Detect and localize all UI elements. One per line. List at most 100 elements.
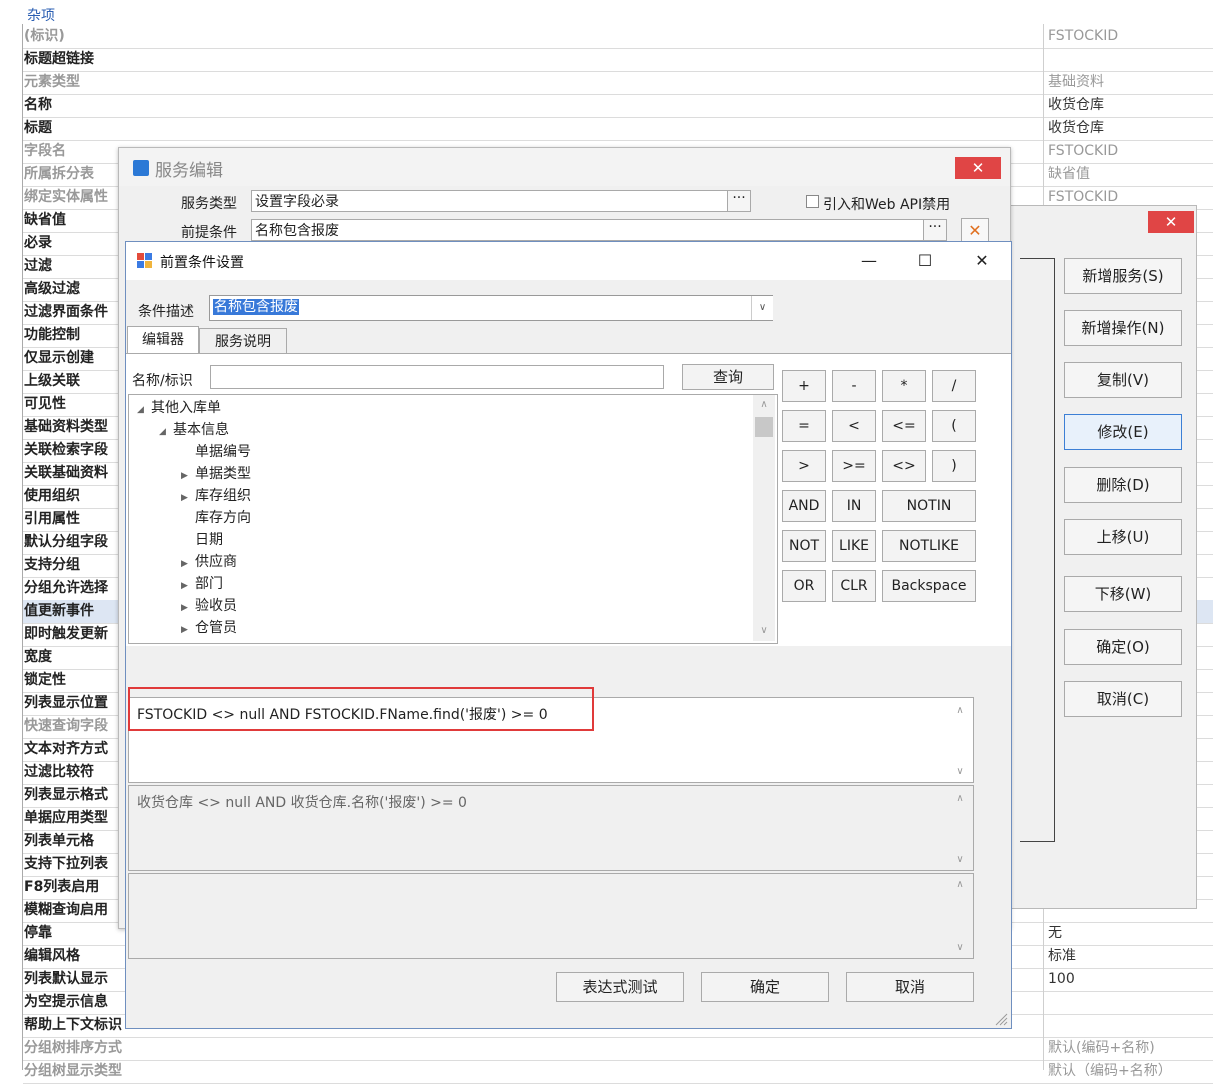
operator-button[interactable]: /: [932, 370, 976, 402]
operator-button[interactable]: >=: [832, 450, 876, 482]
operator-button[interactable]: -: [832, 370, 876, 402]
precondition-field[interactable]: 名称包含报废: [251, 219, 925, 241]
property-value[interactable]: 默认（编码+名称）: [1048, 1060, 1172, 1082]
expression-test-button[interactable]: 表达式测试: [556, 972, 684, 1002]
tab-editor[interactable]: 编辑器: [127, 326, 199, 356]
scroll-up-icon[interactable]: ∧: [756, 397, 772, 413]
operator-button[interactable]: <=: [882, 410, 926, 442]
ok-button[interactable]: 确定(O): [1064, 629, 1182, 665]
minimize-button[interactable]: —: [849, 248, 889, 274]
property-value[interactable]: 100: [1048, 968, 1075, 990]
operator-button[interactable]: OR: [782, 570, 826, 602]
property-name: 元素类型: [24, 74, 80, 90]
display-scroll-up-icon[interactable]: ∧: [952, 791, 968, 807]
operator-button[interactable]: *: [882, 370, 926, 402]
operator-button[interactable]: NOT: [782, 530, 826, 562]
property-value[interactable]: FSTOCKID: [1048, 25, 1118, 47]
service-dialog-close-button[interactable]: ✕: [955, 157, 1001, 179]
expand-icon[interactable]: ▶: [181, 619, 195, 641]
property-value[interactable]: 默认(编码+名称): [1048, 1037, 1155, 1059]
precondition-ellipsis-button[interactable]: ···: [923, 219, 947, 241]
close-button[interactable]: ✕: [962, 248, 1002, 274]
operator-button[interactable]: <>: [882, 450, 926, 482]
expand-icon[interactable]: ▶: [181, 487, 195, 509]
operator-button[interactable]: <: [832, 410, 876, 442]
action-panel-close-button[interactable]: ✕: [1148, 211, 1194, 233]
tree-item[interactable]: ◢ 基本信息: [137, 419, 747, 441]
service-type-field[interactable]: 设置字段必录: [251, 190, 729, 212]
expression-scroll-down-icon[interactable]: ∨: [952, 764, 968, 780]
tree-item[interactable]: ▶ 库存组织: [137, 485, 747, 507]
expression-scroll-up-icon[interactable]: ∧: [952, 703, 968, 719]
tree-item[interactable]: ▶ 验收员: [137, 595, 747, 617]
expand-icon[interactable]: ▶: [181, 553, 195, 575]
tree-item[interactable]: 库存方向: [137, 507, 747, 529]
operator-pad: + - * / = < <=(> >= <>) AND IN NOTIN NOT LIKE NOTLIKE O…: [782, 370, 982, 630]
property-value[interactable]: 标准: [1048, 945, 1076, 967]
tree-item-label: 部门: [195, 576, 223, 592]
service-type-ellipsis-button[interactable]: ···: [727, 190, 751, 212]
property-value[interactable]: 收货仓库: [1048, 117, 1104, 139]
field-tree: ◢ 其他入库单 ◢ 基本信息 单据编号 ▶ 单据类型 ▶ 库存组织 库存方向 日期 ▶ 供应商 ▶ 部门 ▶ 验…: [128, 394, 778, 644]
maximize-button[interactable]: ☐: [905, 248, 945, 274]
modify-button[interactable]: 修改(E): [1064, 414, 1182, 450]
move-up-button[interactable]: 上移(U): [1064, 519, 1182, 555]
tree-item[interactable]: 单据编号: [137, 441, 747, 463]
tab-service-desc[interactable]: 服务说明: [199, 328, 287, 356]
property-value[interactable]: 无: [1048, 922, 1062, 944]
display-scroll-down-icon[interactable]: ∨: [952, 852, 968, 868]
operator-button[interactable]: NOTLIKE: [882, 530, 976, 562]
action-panel: ✕ 新增服务(S) 新增操作(N) 复制(V) 修改(E) 删除(D) 上移(U…: [1009, 205, 1197, 909]
tree-item[interactable]: 日期: [137, 529, 747, 551]
tree-item[interactable]: ▶ 单据类型: [137, 463, 747, 485]
move-down-button[interactable]: 下移(W): [1064, 576, 1182, 612]
tree-item[interactable]: ◢ 其他入库单: [137, 397, 747, 419]
tree-item[interactable]: ▶ 仓管员: [137, 617, 747, 639]
operator-button[interactable]: IN: [832, 490, 876, 522]
scroll-down-icon[interactable]: ∨: [756, 623, 772, 639]
delete-button[interactable]: 删除(D): [1064, 467, 1182, 503]
result-scroll-down-icon[interactable]: ∨: [952, 940, 968, 956]
add-service-button[interactable]: 新增服务(S): [1064, 258, 1182, 294]
condition-desc-combo[interactable]: 名称包含报废: [209, 295, 773, 321]
expand-icon[interactable]: ▶: [181, 465, 195, 487]
chevron-down-icon[interactable]: ∨: [751, 296, 773, 320]
operator-button[interactable]: NOTIN: [882, 490, 976, 522]
property-value[interactable]: 收货仓库: [1048, 94, 1104, 116]
condition-desc-label: 条件描述: [138, 304, 194, 320]
service-dialog-titlebar: 服务编辑 ✕: [119, 148, 1010, 186]
service-dialog-title: 服务编辑: [155, 161, 223, 181]
expand-icon[interactable]: ◢: [137, 399, 151, 421]
operator-button[interactable]: Backspace: [882, 570, 976, 602]
tree-scrollbar[interactable]: ∧ ∨: [753, 395, 775, 641]
property-value[interactable]: 缺省值: [1048, 163, 1090, 185]
scrollbar-thumb[interactable]: [755, 417, 773, 437]
copy-button[interactable]: 复制(V): [1064, 362, 1182, 398]
tree-item-label: 仓管员: [195, 620, 237, 636]
tree-item[interactable]: ▶ 供应商: [137, 551, 747, 573]
operator-button[interactable]: (: [932, 410, 976, 442]
property-value[interactable]: 基础资料: [1048, 71, 1104, 93]
operator-button[interactable]: CLR: [832, 570, 876, 602]
tree-item[interactable]: ▶ 部门: [137, 573, 747, 595]
search-input[interactable]: [210, 365, 664, 389]
confirm-button[interactable]: 确定: [701, 972, 829, 1002]
highlight-box: [128, 687, 594, 731]
query-button[interactable]: 查询: [682, 364, 774, 390]
expand-icon[interactable]: ▶: [181, 575, 195, 597]
operator-button[interactable]: AND: [782, 490, 826, 522]
property-value[interactable]: FSTOCKID: [1048, 140, 1118, 162]
cancel-button[interactable]: 取消(C): [1064, 681, 1182, 717]
operator-button[interactable]: >: [782, 450, 826, 482]
expand-icon[interactable]: ▶: [181, 597, 195, 619]
resize-grip-icon[interactable]: [994, 1012, 1008, 1026]
web-api-checkbox[interactable]: [806, 195, 819, 208]
operator-button[interactable]: ): [932, 450, 976, 482]
result-scroll-up-icon[interactable]: ∧: [952, 877, 968, 893]
cancel-dialog-button[interactable]: 取消: [846, 972, 974, 1002]
add-operation-button[interactable]: 新增操作(N): [1064, 310, 1182, 346]
operator-button[interactable]: +: [782, 370, 826, 402]
operator-button[interactable]: =: [782, 410, 826, 442]
operator-button[interactable]: LIKE: [832, 530, 876, 562]
expand-icon[interactable]: ◢: [159, 421, 173, 443]
